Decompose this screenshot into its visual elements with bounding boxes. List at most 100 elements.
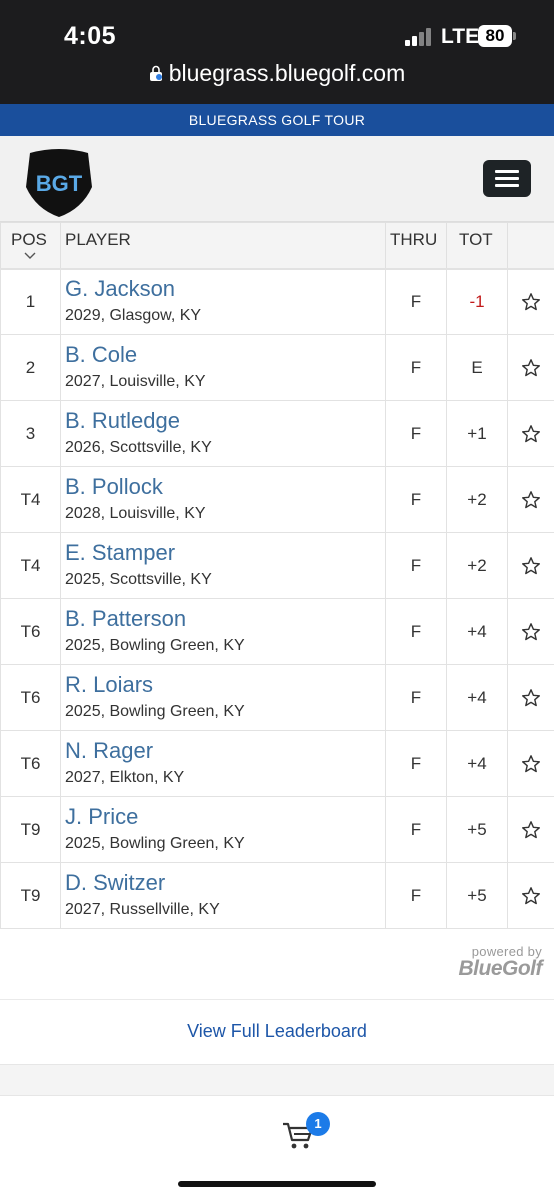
header-tot[interactable]: TOT: [446, 222, 508, 269]
star-icon[interactable]: [521, 490, 541, 510]
row-thru: F: [385, 730, 447, 797]
player-name-link[interactable]: D. Switzer: [65, 870, 385, 896]
row-pos: T9: [0, 862, 61, 929]
row-fav: [507, 334, 554, 401]
row-tot: +4: [446, 664, 508, 731]
table-header-row: POS PLAYER THRU TOT: [0, 222, 554, 269]
row-player: B. Pollock 2028, Louisville, KY: [60, 466, 386, 533]
row-tot: E: [446, 334, 508, 401]
row-player: D. Switzer 2027, Russellville, KY: [60, 862, 386, 929]
table-row[interactable]: T4 E. Stamper 2025, Scottsville, KY F +2: [0, 532, 554, 599]
player-name-link[interactable]: J. Price: [65, 804, 385, 830]
header-thru[interactable]: THRU: [385, 222, 447, 269]
row-pos: T6: [0, 730, 61, 797]
hamburger-menu-button[interactable]: [483, 160, 531, 197]
player-info: 2029, Glasgow, KY: [65, 307, 202, 325]
header-pos-label: POS: [11, 230, 47, 249]
row-tot: +1: [446, 400, 508, 467]
player-info: 2027, Elkton, KY: [65, 769, 185, 786]
star-icon[interactable]: [521, 622, 541, 642]
player-name-link[interactable]: G. Jackson: [65, 276, 385, 302]
leaderboard: POS PLAYER THRU TOT 1 G. Jackson 2029, Gla…: [0, 222, 554, 929]
row-pos: T6: [0, 664, 61, 731]
row-tot: +2: [446, 466, 508, 533]
tour-banner[interactable]: BLUEGRASS GOLF TOUR: [0, 104, 554, 136]
table-row[interactable]: T9 J. Price 2025, Bowling Green, KY F +5: [0, 796, 554, 863]
row-thru: F: [385, 532, 447, 599]
row-player: B. Cole 2027, Louisville, KY: [60, 334, 386, 401]
home-indicator[interactable]: [178, 1181, 376, 1187]
player-info: 2027, Louisville, KY: [65, 373, 206, 390]
header-fav: [507, 222, 554, 269]
row-thru: F: [385, 267, 447, 335]
row-thru: F: [385, 796, 447, 863]
player-info: 2025, Bowling Green, KY: [65, 835, 245, 852]
row-fav: [507, 598, 554, 665]
player-name-link[interactable]: R. Loiars: [65, 672, 385, 698]
row-pos: T6: [0, 598, 61, 665]
player-name-link[interactable]: E. Stamper: [65, 540, 385, 566]
row-tot: +5: [446, 796, 508, 863]
bluegolf-brand: BlueGolf: [458, 957, 543, 980]
view-full-leaderboard-link[interactable]: View Full Leaderboard: [0, 1021, 554, 1042]
star-icon[interactable]: [521, 424, 541, 444]
table-row[interactable]: 3 B. Rutledge 2026, Scottsville, KY F +1: [0, 400, 554, 467]
row-pos: T4: [0, 466, 61, 533]
url-bar[interactable]: bluegrass.bluegolf.com: [0, 60, 554, 87]
row-fav: [507, 730, 554, 797]
row-fav: [507, 466, 554, 533]
player-name-link[interactable]: B. Patterson: [65, 606, 385, 632]
signal-icon: [405, 28, 433, 46]
row-tot: -1: [446, 267, 508, 335]
table-row[interactable]: T6 R. Loiars 2025, Bowling Green, KY F +4: [0, 664, 554, 731]
row-pos: 2: [0, 334, 61, 401]
row-fav: [507, 862, 554, 929]
star-icon[interactable]: [521, 556, 541, 576]
player-info: 2027, Russellville, KY: [65, 901, 220, 918]
footer-spacer: [0, 1064, 554, 1096]
table-row[interactable]: T9 D. Switzer 2027, Russellville, KY F +5: [0, 862, 554, 929]
row-fav: [507, 796, 554, 863]
star-icon[interactable]: [521, 688, 541, 708]
star-icon[interactable]: [521, 886, 541, 906]
table-row[interactable]: T6 B. Patterson 2025, Bowling Green, KY F +4: [0, 598, 554, 665]
row-player: B. Rutledge 2026, Scottsville, KY: [60, 400, 386, 467]
table-row[interactable]: 1 G. Jackson 2029, Glasgow, KY F -1: [0, 267, 554, 335]
row-player: N. Rager 2027, Elkton, KY: [60, 730, 386, 797]
player-info: 2025, Scottsville, KY: [65, 571, 212, 588]
divider: [0, 999, 554, 1000]
table-row[interactable]: T4 B. Pollock 2028, Louisville, KY F +2: [0, 466, 554, 533]
row-pos: T9: [0, 796, 61, 863]
star-icon[interactable]: [521, 292, 541, 312]
player-name-link[interactable]: B. Rutledge: [65, 408, 385, 434]
player-info: 2028, Louisville, KY: [65, 505, 206, 522]
star-icon[interactable]: [521, 358, 541, 378]
row-player: E. Stamper 2025, Scottsville, KY: [60, 532, 386, 599]
table-row[interactable]: 2 B. Cole 2027, Louisville, KY F E: [0, 334, 554, 401]
row-thru: F: [385, 598, 447, 665]
row-player: G. Jackson 2029, Glasgow, KY: [60, 267, 386, 335]
row-pos: T4: [0, 532, 61, 599]
powered-by-logo[interactable]: powered by BlueGolf: [438, 944, 543, 980]
player-info: 2025, Bowling Green, KY: [65, 637, 245, 654]
row-player: B. Patterson 2025, Bowling Green, KY: [60, 598, 386, 665]
player-info: 2025, Bowling Green, KY: [65, 703, 245, 720]
header-player[interactable]: PLAYER: [60, 222, 386, 269]
logo-text: BGT: [36, 171, 83, 196]
row-thru: F: [385, 862, 447, 929]
row-player: J. Price 2025, Bowling Green, KY: [60, 796, 386, 863]
bgt-logo[interactable]: BGT: [22, 147, 96, 219]
table-row[interactable]: T6 N. Rager 2027, Elkton, KY F +4: [0, 730, 554, 797]
site-header: BGT: [0, 136, 554, 222]
player-name-link[interactable]: N. Rager: [65, 738, 385, 764]
cart-count-badge: 1: [306, 1112, 330, 1136]
status-time: 4:05: [64, 22, 117, 50]
leaderboard-table: POS PLAYER THRU TOT 1 G. Jackson 2029, Gla…: [0, 222, 554, 929]
player-name-link[interactable]: B. Cole: [65, 342, 385, 368]
header-pos[interactable]: POS: [0, 222, 61, 269]
star-icon[interactable]: [521, 820, 541, 840]
row-fav: [507, 532, 554, 599]
player-name-link[interactable]: B. Pollock: [65, 474, 385, 500]
row-player: R. Loiars 2025, Bowling Green, KY: [60, 664, 386, 731]
star-icon[interactable]: [521, 754, 541, 774]
